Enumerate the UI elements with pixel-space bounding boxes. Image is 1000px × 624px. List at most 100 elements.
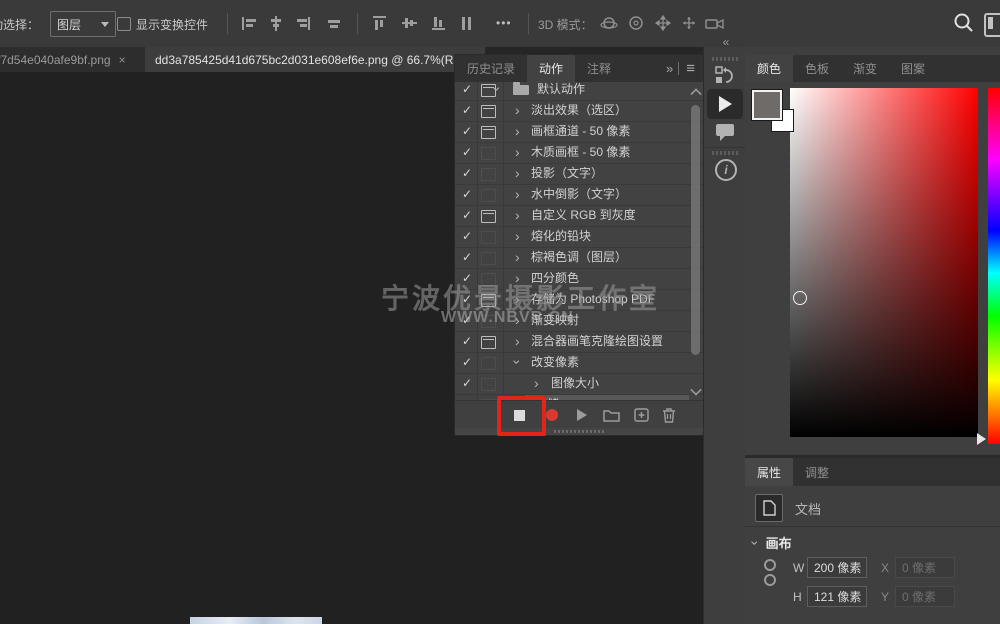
action-row[interactable]: ✓›混合器画笔克隆绘图设置	[455, 332, 703, 353]
toggle-dialog-icon[interactable]	[481, 231, 496, 244]
action-row[interactable]: ✓›存储为 Photoshop PDF	[455, 290, 703, 311]
action-row[interactable]: ✓›默认动作	[455, 82, 703, 101]
toggle-dialog-icon[interactable]	[481, 357, 496, 370]
toggle-dialog-icon[interactable]	[481, 210, 496, 223]
scrollbar-thumb[interactable]	[691, 105, 700, 355]
item-on-checkmark-icon[interactable]: ✓	[459, 206, 475, 225]
action-row[interactable]: ✓›棕褐色调（图层）	[455, 248, 703, 269]
new-set-button[interactable]	[599, 405, 623, 425]
delete-action-button[interactable]	[657, 405, 681, 425]
document-tab-active[interactable]: dd3a785425d41d675bc2d031e608ef6e.png @ 6…	[145, 47, 485, 72]
chevron-right-icon[interactable]: ›	[515, 122, 520, 140]
tab-history[interactable]: 历史记录	[455, 55, 527, 82]
chevron-right-icon[interactable]: ›	[515, 290, 520, 308]
tab-patterns[interactable]: 图案	[889, 55, 937, 82]
workspace-switcher-icon[interactable]	[984, 13, 1000, 37]
toggle-dialog-icon[interactable]	[481, 189, 496, 202]
toggle-dialog-icon[interactable]	[481, 252, 496, 265]
close-tab-icon[interactable]: ×	[119, 53, 126, 67]
panel-grip[interactable]	[712, 57, 738, 61]
chevron-right-icon[interactable]: ›	[515, 101, 520, 119]
toggle-dialog-icon[interactable]	[481, 378, 496, 391]
actions-panel-icon[interactable]	[707, 89, 743, 119]
item-on-checkmark-icon[interactable]: ✓	[459, 269, 475, 288]
tab-notes[interactable]: 注释	[575, 55, 623, 82]
item-on-checkmark-icon[interactable]: ✓	[459, 353, 475, 372]
action-row[interactable]: ✓›投影（文字）	[455, 164, 703, 185]
action-row[interactable]: ✓›渐变映射	[455, 311, 703, 332]
action-row[interactable]: ✓›四分颜色	[455, 269, 703, 290]
action-row[interactable]: ✓›淡出效果（选区）	[455, 101, 703, 122]
document-tab-inactive[interactable]: ff7d54e040afe9bf.png ×	[0, 47, 165, 72]
layer-select-dropdown[interactable]: 图层	[50, 11, 116, 37]
panel-collapse-icon[interactable]: »	[666, 61, 671, 76]
new-action-button[interactable]	[629, 405, 653, 425]
tab-gradients[interactable]: 渐变	[841, 55, 889, 82]
search-icon[interactable]	[953, 12, 975, 34]
panel-menu-icon[interactable]: ≡	[686, 60, 695, 77]
align-center-horizontal-icon[interactable]	[268, 15, 285, 32]
align-top-icon[interactable]	[371, 15, 388, 32]
hue-slider[interactable]	[988, 88, 1000, 444]
chevron-right-icon[interactable]: ›	[515, 143, 520, 161]
foreground-color-swatch[interactable]	[752, 90, 782, 120]
item-on-checkmark-icon[interactable]: ✓	[459, 311, 475, 330]
3d-orbit-icon[interactable]	[600, 15, 617, 32]
toggle-dialog-icon[interactable]	[481, 126, 496, 139]
scroll-down-icon[interactable]	[690, 384, 701, 395]
chevron-right-icon[interactable]: ›	[515, 269, 520, 287]
chevron-right-icon[interactable]: ›	[534, 374, 539, 392]
3d-slide-icon[interactable]	[681, 15, 698, 32]
toggle-dialog-icon[interactable]	[481, 294, 496, 307]
align-middle-vertical-icon[interactable]	[401, 15, 418, 32]
item-on-checkmark-icon[interactable]: ✓	[459, 122, 475, 141]
align-bottom-icon[interactable]	[430, 15, 447, 32]
tab-swatches[interactable]: 色板	[793, 55, 841, 82]
toggle-dialog-icon[interactable]	[481, 105, 496, 118]
action-row[interactable]: ✓›熔化的铅块	[455, 227, 703, 248]
color-cursor-icon[interactable]	[793, 291, 807, 305]
item-on-checkmark-icon[interactable]: ✓	[459, 374, 475, 393]
item-on-checkmark-icon[interactable]: ✓	[459, 248, 475, 267]
tab-adjustments[interactable]: 调整	[793, 458, 841, 486]
item-on-checkmark-icon[interactable]: ✓	[459, 185, 475, 204]
more-options-icon[interactable]: •••	[496, 16, 512, 30]
link-dimensions-icon[interactable]	[763, 555, 777, 596]
item-on-checkmark-icon[interactable]: ✓	[459, 101, 475, 120]
action-row[interactable]: ✓›木质画框 - 50 像素	[455, 143, 703, 164]
toggle-dialog-icon[interactable]	[481, 147, 496, 160]
y-input[interactable]: 0 像素	[895, 586, 955, 607]
align-left-icon[interactable]	[241, 15, 258, 32]
item-on-checkmark-icon[interactable]: ✓	[459, 290, 475, 309]
chevron-right-icon[interactable]: ›	[515, 332, 520, 350]
show-transform-checkbox[interactable]	[117, 17, 131, 31]
chevron-right-icon[interactable]: ›	[515, 185, 520, 203]
play-action-button[interactable]	[570, 405, 594, 425]
item-on-checkmark-icon[interactable]: ✓	[459, 332, 475, 351]
item-on-checkmark-icon[interactable]: ✓	[459, 143, 475, 162]
toggle-dialog-icon[interactable]	[481, 336, 496, 349]
distribute-horizontal-icon[interactable]	[326, 15, 343, 32]
actions-scrollbar[interactable]	[689, 85, 701, 397]
hue-slider-pointer-icon[interactable]	[977, 433, 986, 445]
collapse-panels-icon[interactable]: «	[704, 35, 746, 49]
chevron-right-icon[interactable]: ›	[515, 206, 520, 224]
panel-grip[interactable]	[712, 151, 738, 155]
3d-roll-icon[interactable]	[628, 15, 645, 32]
chevron-right-icon[interactable]: ›	[515, 227, 520, 245]
height-input[interactable]: 121 像素	[807, 586, 867, 607]
info-panel-icon[interactable]: i	[715, 159, 737, 181]
align-right-icon[interactable]	[295, 15, 312, 32]
action-row[interactable]: ✓›画框通道 - 50 像素	[455, 122, 703, 143]
chevron-right-icon[interactable]: ›	[515, 311, 520, 329]
scroll-up-icon[interactable]	[690, 88, 701, 99]
tab-properties[interactable]: 属性	[745, 458, 793, 486]
chevron-right-icon[interactable]: ›	[515, 164, 520, 182]
action-row[interactable]: ✓›自定义 RGB 到灰度	[455, 206, 703, 227]
distribute-vertical-icon[interactable]	[458, 15, 475, 32]
action-row[interactable]: ✓›改变像素	[455, 353, 703, 374]
item-on-checkmark-icon[interactable]: ✓	[459, 164, 475, 183]
item-on-checkmark-icon[interactable]: ✓	[459, 82, 475, 99]
color-picker-field[interactable]	[790, 88, 978, 437]
history-panel-icon[interactable]	[704, 65, 746, 85]
